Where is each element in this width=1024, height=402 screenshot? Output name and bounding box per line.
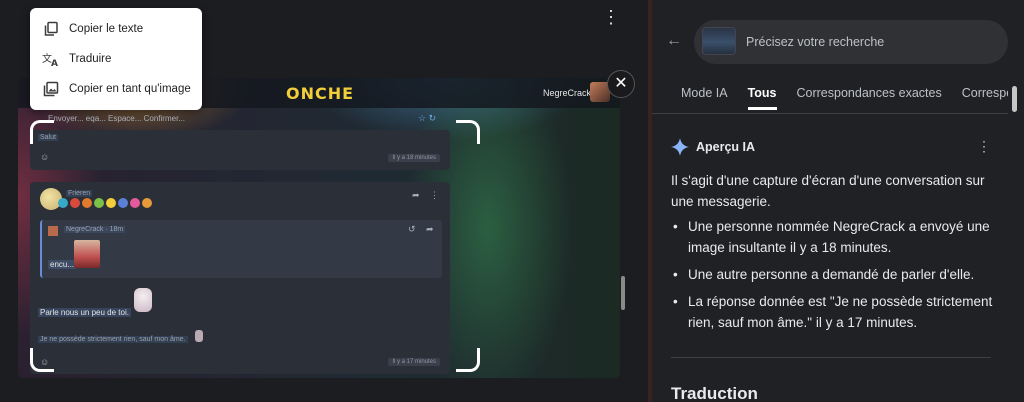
menu-item-translate[interactable]: 文A Traduire	[30, 44, 202, 74]
translate-icon: 文A	[42, 50, 60, 68]
section-title-translation: Traduction	[671, 384, 758, 402]
tab-more[interactable]: Correspo	[962, 86, 1008, 108]
list-item: La réponse donnée est "Je ne possède str…	[671, 291, 997, 333]
copy-icon	[42, 20, 60, 38]
divider	[671, 357, 991, 358]
sparkle-icon	[671, 138, 689, 156]
image-icon	[42, 80, 60, 98]
menu-item-label: Copier le texte	[69, 23, 144, 35]
context-menu: Copier le texte 文A Traduire Copier en ta…	[30, 8, 202, 110]
tab-strip: Mode IA Tous Correspondances exactes Cor…	[652, 80, 1008, 112]
list-item: Une autre personne a demandé de parler d…	[671, 264, 997, 285]
menu-item-label: Traduire	[69, 53, 112, 65]
crop-handle-top-left[interactable]	[30, 120, 54, 144]
tab-list: Mode IA Tous Correspondances exactes Cor…	[681, 86, 1008, 110]
ai-overview-list: Une personne nommée NegreCrack a envoyé …	[671, 216, 997, 339]
crop-handle-bottom-right[interactable]	[456, 348, 480, 372]
screenshot-username: NegreCrack	[543, 88, 592, 98]
scrollbar[interactable]	[621, 276, 625, 310]
tab-all[interactable]: Tous	[747, 86, 777, 110]
scrollbar[interactable]	[1012, 86, 1017, 112]
divider	[652, 113, 1008, 114]
more-options-icon[interactable]: ⋮	[600, 6, 622, 28]
svg-text:A: A	[51, 59, 58, 67]
tab-ai-mode[interactable]: Mode IA	[681, 86, 728, 108]
captured-screenshot[interactable]: ONCHE NegreCrack Envoyer... eqa... Espac…	[18, 78, 620, 378]
search-input[interactable]	[746, 30, 996, 54]
back-arrow-icon[interactable]: ←	[666, 32, 684, 50]
menu-item-copy-image[interactable]: Copier en tant qu'image	[30, 74, 202, 104]
crop-handle-top-right[interactable]	[456, 120, 480, 144]
menu-item-copy-text[interactable]: Copier le texte	[30, 14, 202, 44]
search-thumbnail[interactable]	[702, 27, 736, 55]
onche-logo: ONCHE	[286, 84, 355, 103]
more-options-icon[interactable]: ⋮	[977, 138, 991, 155]
ai-overview-title: Aperçu IA	[696, 140, 756, 154]
crop-selection[interactable]	[30, 120, 480, 372]
image-viewer: ⋮ ONCHE NegreCrack Envoyer... eqa... Esp…	[0, 0, 648, 402]
tab-exact-matches[interactable]: Correspondances exactes	[797, 86, 942, 108]
menu-item-label: Copier en tant qu'image	[69, 83, 191, 95]
list-item: Une personne nommée NegreCrack a envoyé …	[671, 216, 997, 258]
close-button[interactable]: ✕	[607, 70, 635, 98]
ai-overview-intro: Il s'agit d'une capture d'écran d'une co…	[671, 173, 985, 209]
crop-handle-bottom-left[interactable]	[30, 348, 54, 372]
